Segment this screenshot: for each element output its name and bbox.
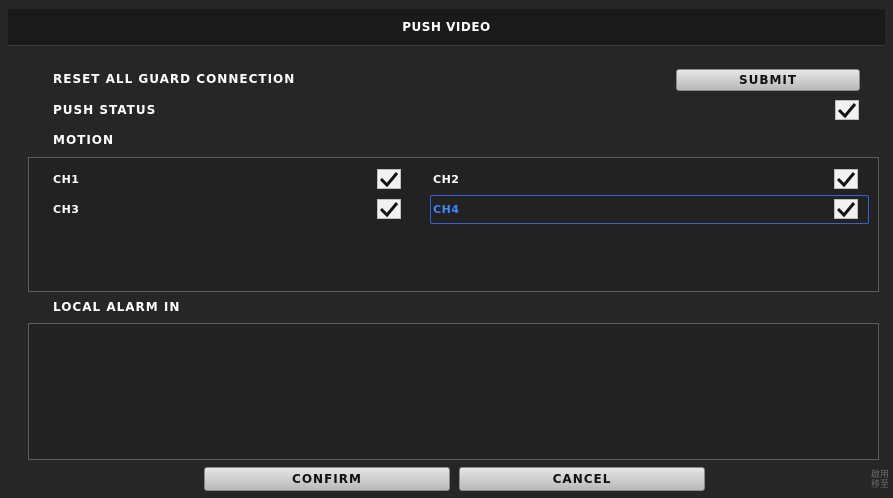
local-alarm-label: LOCAL ALARM IN <box>53 300 181 314</box>
checkmark-icon <box>836 172 856 188</box>
motion-ch3-label: CH3 <box>53 203 80 216</box>
push-status-label: PUSH STATUS <box>53 103 157 117</box>
motion-ch4-checkbox[interactable] <box>834 199 858 219</box>
motion-channel-panel: CH1 CH2 CH3 CH4 <box>28 157 879 292</box>
dialog-title: PUSH VIDEO <box>402 20 491 34</box>
confirm-button[interactable]: CONFIRM <box>204 467 450 491</box>
motion-ch1-checkbox[interactable] <box>377 169 401 189</box>
motion-ch3-checkbox[interactable] <box>377 199 401 219</box>
motion-ch4-row[interactable]: CH4 <box>430 195 869 224</box>
motion-ch4-label: CH4 <box>433 203 460 216</box>
submit-button[interactable]: SUBMIT <box>676 69 860 91</box>
watermark-line-1: 啟用 <box>870 470 889 480</box>
activation-watermark: 啟用 移至 <box>871 470 889 490</box>
watermark-line-2: 移至 <box>870 480 889 490</box>
checkmark-icon <box>837 103 857 119</box>
checkmark-icon <box>379 202 399 218</box>
push-video-dialog: PUSH VIDEO RESET ALL GUARD CONNECTION SU… <box>0 0 893 498</box>
checkmark-icon <box>379 172 399 188</box>
cancel-button[interactable]: CANCEL <box>459 467 705 491</box>
motion-ch2-label: CH2 <box>433 173 460 186</box>
push-status-checkbox[interactable] <box>835 100 859 120</box>
local-alarm-panel <box>28 323 879 460</box>
dialog-title-bar: PUSH VIDEO <box>8 9 885 46</box>
motion-ch2-checkbox[interactable] <box>834 169 858 189</box>
motion-label: MOTION <box>53 133 115 147</box>
reset-guard-label: RESET ALL GUARD CONNECTION <box>53 72 296 86</box>
checkmark-icon <box>836 202 856 218</box>
motion-ch1-label: CH1 <box>53 173 80 186</box>
